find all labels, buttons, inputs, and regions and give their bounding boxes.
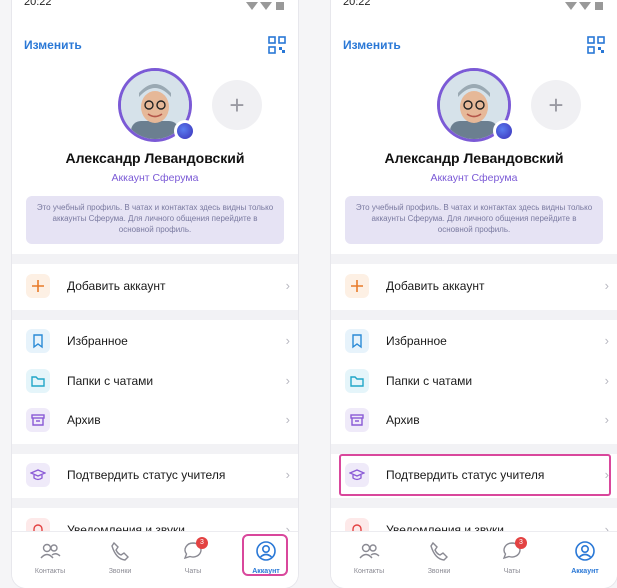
tab-chats[interactable]: 3 Чаты — [484, 532, 540, 586]
sferum-badge-icon — [174, 120, 196, 142]
divider — [12, 498, 298, 508]
bookmark-icon — [352, 334, 362, 349]
account-icon — [575, 541, 595, 561]
chevron-right-icon: › — [285, 467, 290, 482]
tab-label: Звонки — [427, 568, 451, 575]
tab-label: Звонки — [108, 568, 132, 575]
profile-name: Александр Левандовский — [384, 150, 564, 166]
add-profile-button[interactable]: + — [212, 80, 262, 130]
profile-name: Александр Левандовский — [65, 150, 245, 166]
signal-icon — [565, 2, 603, 10]
chevron-right-icon: › — [285, 333, 290, 348]
profile-notice: Это учебный профиль. В чатах и контактах… — [26, 196, 284, 244]
divider — [12, 254, 298, 264]
phone-icon — [111, 541, 129, 561]
menu-item-label: Избранное — [386, 334, 447, 348]
menu-item-add-account[interactable]: Добавить аккаунт › — [12, 268, 298, 304]
phone-icon — [430, 541, 448, 561]
unread-count-badge: 3 — [196, 537, 208, 549]
chevron-right-icon: › — [285, 412, 290, 427]
contacts-icon — [359, 543, 380, 559]
tab-label: Контакты — [353, 568, 385, 575]
menu-item-label: Добавить аккаунт — [386, 279, 485, 293]
chevron-right-icon: › — [285, 373, 290, 388]
tab-account[interactable]: Аккаунт — [557, 532, 613, 586]
plus-icon — [32, 280, 44, 292]
account-type: Аккаунт Сферума — [430, 172, 518, 184]
divider — [331, 310, 617, 320]
add-profile-button[interactable]: + — [531, 80, 581, 130]
profile-notice: Это учебный профиль. В чатах и контактах… — [345, 196, 603, 244]
edit-button[interactable]: Изменить — [343, 38, 401, 52]
graduation-cap-icon — [30, 469, 46, 481]
status-bar: 20:22 — [331, 0, 617, 24]
unread-count-badge: 3 — [515, 537, 527, 549]
menu-item-add-account[interactable]: Добавить аккаунт › — [331, 268, 617, 304]
tab-calls[interactable]: Звонки — [92, 532, 148, 586]
qr-code-icon[interactable] — [587, 36, 605, 54]
tab-calls[interactable]: Звонки — [411, 532, 467, 586]
divider — [12, 310, 298, 320]
menu-item-favorites[interactable]: Избранное › — [12, 323, 298, 359]
sferum-badge-icon — [493, 120, 515, 142]
chevron-right-icon: › — [604, 412, 609, 427]
status-time: 20:22 — [343, 0, 371, 8]
folder-icon — [350, 376, 364, 387]
account-type: Аккаунт Сферума — [111, 172, 199, 184]
tab-contacts[interactable]: Контакты — [22, 532, 78, 586]
qr-code-icon[interactable] — [268, 36, 286, 54]
tab-label: Контакты — [34, 568, 66, 575]
menu-item-verify-teacher[interactable]: Подтвердить статус учителя › — [12, 457, 298, 493]
menu-item-label: Архив — [386, 413, 420, 427]
divider — [331, 444, 617, 454]
chevron-right-icon: › — [285, 278, 290, 293]
archive-icon — [350, 414, 364, 426]
menu-item-folders[interactable]: Папки с чатами › — [331, 363, 617, 399]
menu-item-archive[interactable]: Архив › — [12, 402, 298, 438]
plus-icon — [351, 280, 363, 292]
tab-contacts[interactable]: Контакты — [341, 532, 397, 586]
signal-icon — [246, 2, 284, 10]
highlight-account-tab — [242, 534, 288, 576]
tab-label: Чаты — [503, 568, 521, 575]
menu-item-label: Архив — [67, 413, 101, 427]
divider — [331, 498, 617, 508]
chevron-right-icon: › — [604, 333, 609, 348]
phone-screen-right: 20:22 Изменить + Александр Левандовский … — [331, 0, 617, 588]
menu-item-label: Избранное — [67, 334, 128, 348]
status-bar: 20:22 — [12, 0, 298, 24]
status-time: 20:22 — [24, 0, 52, 8]
tab-chats[interactable]: 3 Чаты — [165, 532, 221, 586]
menu-item-favorites[interactable]: Избранное › — [331, 323, 617, 359]
menu-item-label: Подтвердить статус учителя — [67, 468, 226, 482]
menu-item-archive[interactable]: Архив › — [331, 402, 617, 438]
tab-label: Чаты — [184, 568, 202, 575]
menu-item-label: Папки с чатами — [386, 374, 473, 388]
divider — [331, 254, 617, 264]
chevron-right-icon: › — [604, 373, 609, 388]
tab-bar: Контакты Звонки 3 Чаты Аккаунт — [331, 531, 617, 588]
menu-item-label: Папки с чатами — [67, 374, 154, 388]
menu-item-label: Добавить аккаунт — [67, 279, 166, 293]
tab-label: Аккаунт — [571, 568, 599, 575]
chevron-right-icon: › — [604, 278, 609, 293]
divider — [12, 444, 298, 454]
phone-screen-left: 20:22 Изменить + Александр Левандовский … — [12, 0, 298, 588]
edit-button[interactable]: Изменить — [24, 38, 82, 52]
highlight-verify-teacher — [339, 454, 611, 496]
folder-icon — [31, 376, 45, 387]
archive-icon — [31, 414, 45, 426]
contacts-icon — [40, 543, 61, 559]
menu-item-folders[interactable]: Папки с чатами › — [12, 363, 298, 399]
bookmark-icon — [33, 334, 43, 349]
